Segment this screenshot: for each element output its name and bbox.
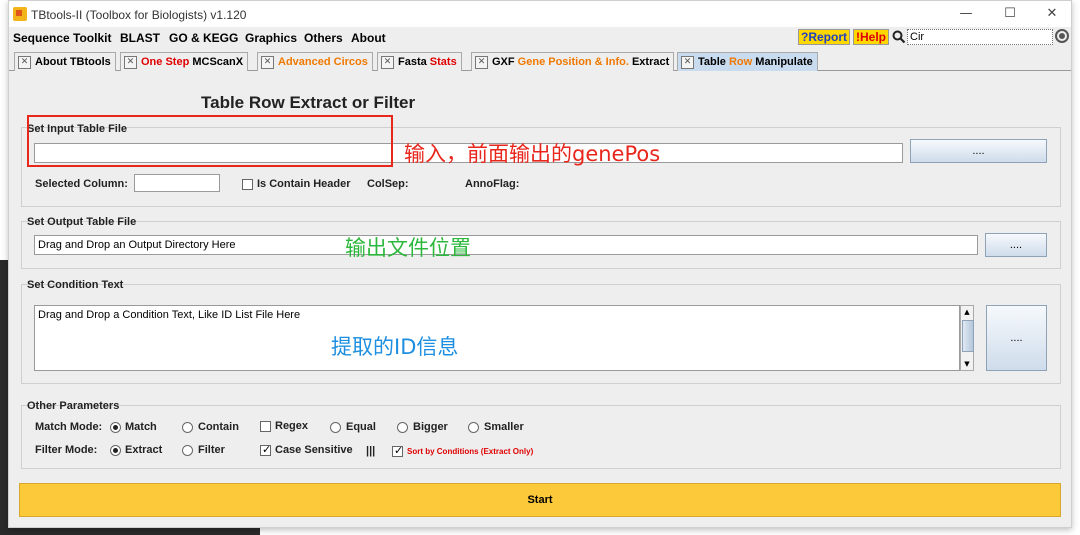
output-file-field[interactable]: Drag and Drop an Output Directory Here — [34, 235, 978, 255]
filter-radio[interactable] — [182, 445, 193, 456]
tab-label-part: Extract — [628, 56, 670, 68]
separator-text: ||| — [366, 445, 376, 457]
regex-checkbox[interactable] — [260, 421, 271, 432]
tab-label-part: Row — [728, 56, 753, 68]
filter-label: Filter — [198, 444, 225, 456]
condition-group-title: Set Condition Text — [27, 279, 124, 291]
menu-go-kegg[interactable]: GO & KEGG — [169, 31, 238, 45]
tab-gxf-gene-position[interactable]: ✕ GXF Gene Position & Info. Extract — [471, 52, 675, 71]
output-group-title: Set Output Table File — [27, 216, 137, 228]
search-input[interactable]: Cir — [907, 29, 1053, 45]
tab-label-part: Manipulate — [752, 56, 813, 68]
condition-textarea[interactable]: Drag and Drop a Condition Text, Like ID … — [34, 305, 960, 371]
contain-radio[interactable] — [182, 422, 193, 433]
background-strip-bottom — [0, 528, 260, 535]
tab-close-icon[interactable]: ✕ — [18, 56, 31, 69]
settings-gear-icon[interactable] — [1055, 29, 1069, 43]
condition-annotation: 提取的ID信息 — [331, 335, 459, 359]
menu-about[interactable]: About — [351, 31, 386, 45]
contain-header-label: Is Contain Header — [257, 178, 351, 190]
contain-header-checkbox[interactable] — [242, 179, 253, 190]
tab-close-icon[interactable]: ✕ — [681, 56, 694, 69]
app-logo-icon — [13, 7, 27, 21]
tab-close-icon[interactable]: ✕ — [261, 56, 274, 69]
tab-label-part: About TBtools — [35, 56, 111, 68]
match-label: Match — [125, 421, 157, 433]
close-button[interactable]: ✕ — [1041, 5, 1063, 23]
smaller-label: Smaller — [484, 421, 524, 433]
tab-close-icon[interactable]: ✕ — [381, 56, 394, 69]
extract-label: Extract — [125, 444, 163, 456]
tab-advanced-circos[interactable]: ✕ Advanced Circos — [257, 52, 373, 71]
tab-about-tbtools[interactable]: ✕ About TBtools — [14, 52, 116, 71]
sort-by-conditions-label: Sort by Conditions (Extract Only) — [407, 447, 534, 456]
tab-close-icon[interactable]: ✕ — [475, 56, 488, 69]
input-browse-button[interactable]: .... — [910, 139, 1047, 163]
maximize-button[interactable]: ☐ — [999, 5, 1021, 23]
menu-others[interactable]: Others — [304, 31, 343, 45]
background-strip-left — [0, 260, 8, 535]
input-highlight-box — [27, 115, 393, 167]
colsep-label: ColSep: — [367, 178, 409, 190]
extract-radio[interactable] — [110, 445, 121, 456]
menu-blast[interactable]: BLAST — [120, 31, 160, 45]
scroll-thumb[interactable] — [962, 320, 974, 352]
condition-scrollbar[interactable]: ▲ ▼ — [960, 305, 974, 371]
app-window: TBtools-II (Toolbox for Biologists) v1.1… — [8, 0, 1072, 528]
regex-label: Regex — [275, 420, 309, 432]
scroll-down-icon[interactable]: ▼ — [961, 358, 973, 370]
parameters-group — [21, 405, 1061, 469]
tab-table-row-manipulate[interactable]: ✕ Table Row Manipulate — [677, 52, 818, 71]
tab-label-part: Gene Position & Info. — [517, 56, 629, 68]
minimize-button[interactable]: — — [955, 5, 977, 23]
output-annotation: 输出文件位置 — [345, 236, 471, 260]
condition-browse-button[interactable]: .... — [986, 305, 1047, 371]
tab-label-part: Table — [698, 56, 729, 68]
tab-label-part: One Step — [141, 56, 193, 68]
menu-sequence-toolkit[interactable]: Sequence Toolkit — [13, 31, 111, 45]
smaller-radio[interactable] — [468, 422, 479, 433]
tab-one-step-mcscanx[interactable]: ✕ One Step MCScanX — [120, 52, 249, 71]
output-browse-button[interactable]: .... — [985, 233, 1047, 257]
tab-label-part: Advanced Circos — [278, 56, 368, 68]
equal-label: Equal — [346, 421, 376, 433]
page-title: Table Row Extract or Filter — [201, 93, 416, 112]
parameters-group-title: Other Parameters — [27, 400, 120, 412]
filter-mode-label: Filter Mode: — [35, 444, 98, 456]
scroll-up-icon[interactable]: ▲ — [961, 306, 973, 318]
contain-label: Contain — [198, 421, 239, 433]
selected-column-label: Selected Column: — [35, 178, 128, 190]
case-sensitive-checkbox[interactable] — [260, 443, 271, 456]
window-title: TBtools-II (Toolbox for Biologists) v1.1… — [31, 8, 247, 22]
search-icon — [891, 29, 907, 45]
tab-label-part: Stats — [429, 56, 457, 68]
tab-close-icon[interactable]: ✕ — [124, 56, 137, 69]
report-button[interactable]: ?Report — [798, 29, 850, 45]
sort-by-conditions-checkbox[interactable] — [392, 444, 403, 457]
start-button[interactable]: Start — [19, 483, 1061, 517]
annoflag-label: AnnoFlag: — [465, 178, 520, 190]
bigger-label: Bigger — [413, 421, 448, 433]
match-mode-label: Match Mode: — [35, 421, 103, 433]
equal-radio[interactable] — [330, 422, 341, 433]
selected-column-input[interactable] — [134, 174, 220, 192]
match-radio[interactable] — [110, 422, 121, 433]
menu-graphics[interactable]: Graphics — [245, 31, 297, 45]
case-sensitive-label: Case Sensitive — [275, 444, 353, 456]
tab-label-part: Fasta — [398, 56, 430, 68]
bigger-radio[interactable] — [397, 422, 408, 433]
tab-fasta-stats[interactable]: ✕ Fasta Stats — [377, 52, 462, 71]
tab-label-part: GXF — [492, 56, 518, 68]
tab-label-part: MCScanX — [192, 56, 244, 68]
help-button[interactable]: !Help — [853, 29, 889, 45]
input-annotation: 输入，前面输出的genePos — [404, 142, 661, 166]
